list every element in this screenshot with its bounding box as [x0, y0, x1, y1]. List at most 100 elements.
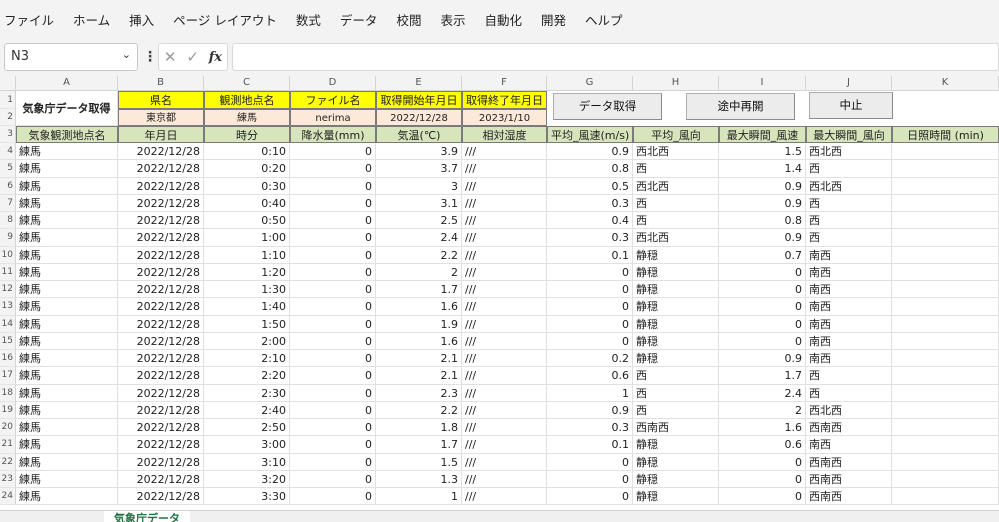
- table-cell[interactable]: ///: [462, 419, 547, 437]
- table-cell[interactable]: 西: [806, 194, 892, 212]
- cancel-icon[interactable]: ✕: [164, 48, 177, 66]
- table-cell[interactable]: 0: [290, 194, 376, 212]
- table-header-H[interactable]: 平均_風向: [633, 126, 719, 143]
- table-cell[interactable]: 0.6: [547, 367, 633, 385]
- column-header-C[interactable]: C: [204, 76, 290, 91]
- table-cell[interactable]: 2022/12/28: [118, 332, 204, 350]
- table-cell[interactable]: 0.3: [547, 229, 633, 247]
- table-cell[interactable]: 1.3: [376, 470, 462, 488]
- table-cell[interactable]: 西南西: [806, 488, 892, 506]
- column-header-E[interactable]: E: [376, 76, 462, 91]
- table-cell[interactable]: ///: [462, 436, 547, 454]
- table-cell[interactable]: 南西: [806, 281, 892, 299]
- table-cell[interactable]: [892, 488, 999, 506]
- table-cell[interactable]: 練馬: [16, 350, 118, 368]
- table-cell[interactable]: 0: [719, 263, 806, 281]
- table-cell[interactable]: 0: [719, 488, 806, 506]
- title-cell[interactable]: 気象庁データ取得: [16, 91, 118, 126]
- row-header[interactable]: 2: [0, 109, 16, 126]
- table-cell[interactable]: 練馬: [16, 401, 118, 419]
- table-cell[interactable]: 0: [290, 177, 376, 195]
- table-cell[interactable]: 0: [290, 488, 376, 506]
- table-header-D[interactable]: 降水量(mm): [290, 126, 376, 143]
- table-cell[interactable]: 2: [719, 401, 806, 419]
- table-cell[interactable]: 3.7: [376, 160, 462, 178]
- table-cell[interactable]: 練馬: [16, 488, 118, 506]
- table-header-I[interactable]: 最大瞬間_風速: [719, 126, 806, 143]
- table-cell[interactable]: 静穏: [633, 263, 719, 281]
- row-header[interactable]: 4: [0, 143, 16, 161]
- pref-value[interactable]: 東京都: [118, 109, 204, 126]
- table-cell[interactable]: 0: [290, 263, 376, 281]
- table-header-J[interactable]: 最大瞬間_風向: [806, 126, 892, 143]
- table-cell[interactable]: 0.5: [547, 177, 633, 195]
- menu-item-3[interactable]: ページ レイアウト: [173, 10, 277, 29]
- menu-item-10[interactable]: ヘルプ: [585, 10, 623, 29]
- column-header-B[interactable]: B: [118, 76, 204, 91]
- table-cell[interactable]: 0.1: [547, 246, 633, 264]
- table-cell[interactable]: ///: [462, 246, 547, 264]
- row-header[interactable]: 16: [0, 350, 16, 368]
- table-cell[interactable]: 2022/12/28: [118, 367, 204, 385]
- table-cell[interactable]: 西: [633, 384, 719, 402]
- table-cell[interactable]: 練馬: [16, 453, 118, 471]
- table-cell[interactable]: 練馬: [16, 263, 118, 281]
- row-header[interactable]: 1: [0, 91, 16, 109]
- table-cell[interactable]: 1.7: [376, 436, 462, 454]
- table-cell[interactable]: 2022/12/28: [118, 212, 204, 230]
- column-header-D[interactable]: D: [290, 76, 376, 91]
- table-cell[interactable]: ///: [462, 160, 547, 178]
- table-cell[interactable]: 2022/12/28: [118, 315, 204, 333]
- table-cell[interactable]: 練馬: [16, 160, 118, 178]
- table-cell[interactable]: [892, 419, 999, 437]
- table-cell[interactable]: 西南西: [806, 470, 892, 488]
- column-header-A[interactable]: A: [16, 76, 118, 91]
- table-cell[interactable]: 南西: [806, 436, 892, 454]
- row-header[interactable]: 10: [0, 246, 16, 264]
- table-cell[interactable]: 2.5: [376, 212, 462, 230]
- table-cell[interactable]: 0: [290, 281, 376, 299]
- table-header-B[interactable]: 年月日: [118, 126, 204, 143]
- table-cell[interactable]: 1.9: [376, 315, 462, 333]
- table-cell[interactable]: 3:10: [204, 453, 290, 471]
- column-header-H[interactable]: H: [633, 76, 719, 91]
- table-header-E[interactable]: 気温(℃): [376, 126, 462, 143]
- table-cell[interactable]: 2022/12/28: [118, 194, 204, 212]
- table-cell[interactable]: [892, 436, 999, 454]
- table-cell[interactable]: ///: [462, 350, 547, 368]
- table-cell[interactable]: 南西: [806, 298, 892, 316]
- table-cell[interactable]: [892, 470, 999, 488]
- table-cell[interactable]: 西南西: [806, 419, 892, 437]
- row-header[interactable]: 22: [0, 453, 16, 471]
- sheet-tab-active[interactable]: 気象庁データ: [104, 511, 190, 522]
- table-cell[interactable]: 2022/12/28: [118, 350, 204, 368]
- table-cell[interactable]: 1:30: [204, 281, 290, 299]
- table-cell[interactable]: 南西: [806, 315, 892, 333]
- table-cell[interactable]: 3.9: [376, 143, 462, 161]
- menu-item-8[interactable]: 自動化: [484, 10, 522, 29]
- row-header[interactable]: 11: [0, 263, 16, 281]
- table-cell[interactable]: 西北西: [806, 143, 892, 161]
- table-cell[interactable]: 0.2: [547, 350, 633, 368]
- row-header[interactable]: 18: [0, 384, 16, 402]
- table-cell[interactable]: 南西: [806, 246, 892, 264]
- table-cell[interactable]: 練馬: [16, 229, 118, 247]
- table-cell[interactable]: 0: [547, 332, 633, 350]
- table-header-G[interactable]: 平均_風速(m/s): [547, 126, 633, 143]
- table-cell[interactable]: 西南西: [806, 453, 892, 471]
- table-cell[interactable]: 2:10: [204, 350, 290, 368]
- table-cell[interactable]: 練馬: [16, 436, 118, 454]
- formula-input[interactable]: [232, 43, 999, 71]
- table-cell[interactable]: 0.9: [547, 401, 633, 419]
- menu-item-0[interactable]: ファイル: [4, 10, 54, 29]
- start-date-label[interactable]: 取得開始年月日: [376, 91, 462, 109]
- chevron-down-icon[interactable]: ⌄: [122, 48, 131, 61]
- table-cell[interactable]: 西南西: [633, 419, 719, 437]
- table-cell[interactable]: 2022/12/28: [118, 436, 204, 454]
- row-header[interactable]: 15: [0, 332, 16, 350]
- table-cell[interactable]: 0:20: [204, 160, 290, 178]
- table-cell[interactable]: 0: [290, 367, 376, 385]
- table-cell[interactable]: 練馬: [16, 315, 118, 333]
- table-cell[interactable]: 1.7: [719, 367, 806, 385]
- table-cell[interactable]: [892, 453, 999, 471]
